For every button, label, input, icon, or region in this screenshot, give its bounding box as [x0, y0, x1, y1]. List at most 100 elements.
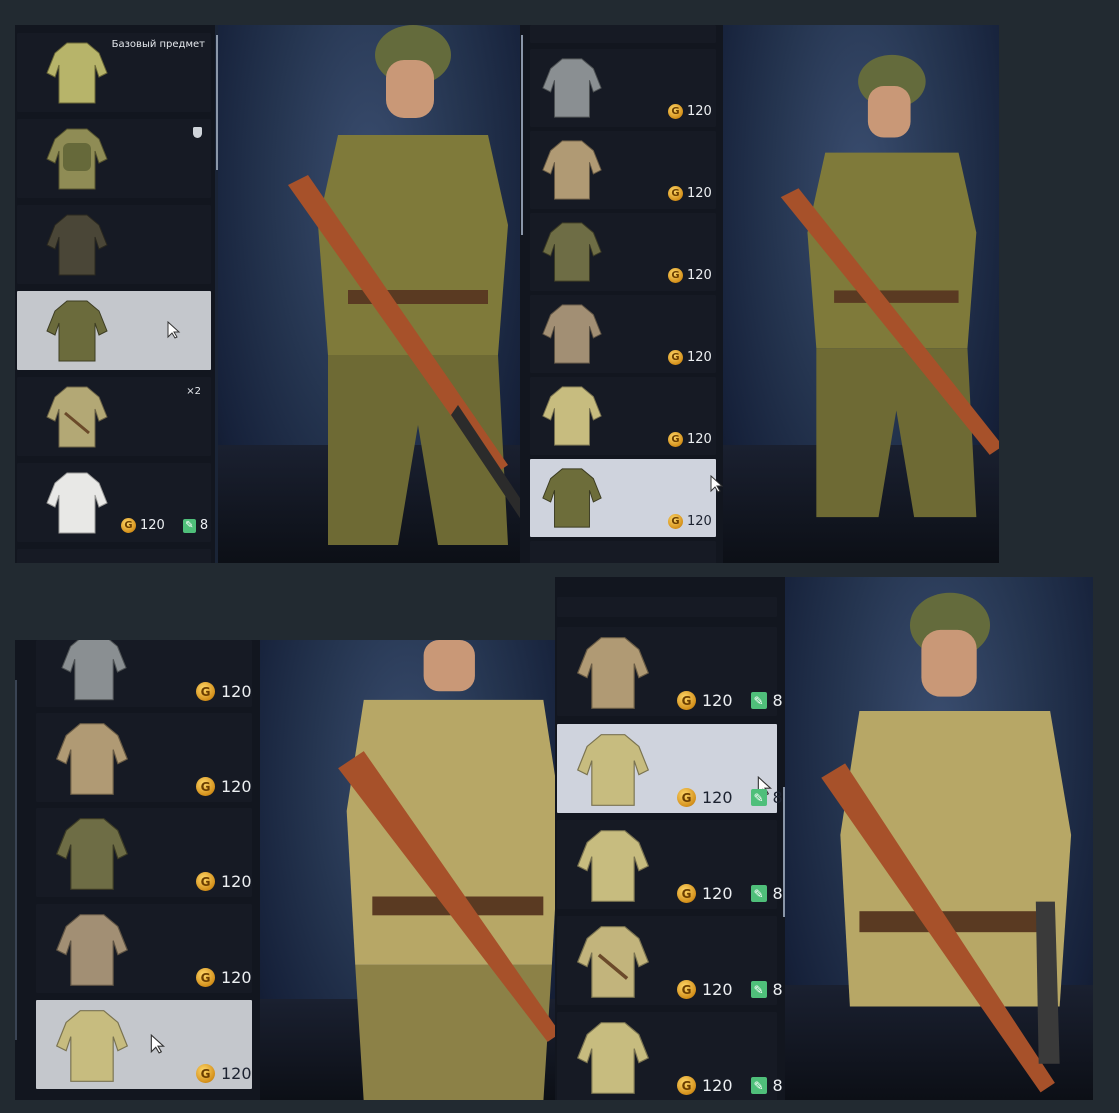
ticket-icon: ✎ — [750, 1077, 767, 1094]
price-row: G 120 — [196, 1064, 252, 1083]
price-row: G 120 — [668, 186, 712, 201]
price-row: G 120 ✎ 8 — [677, 980, 783, 999]
soldier-figure — [288, 25, 520, 545]
price-gold: 120 — [702, 884, 733, 903]
mouse-cursor-icon — [710, 475, 723, 493]
list-item[interactable] — [530, 25, 716, 43]
price-gold: 120 — [221, 872, 252, 891]
character-preview — [260, 640, 555, 1100]
gold-coin-icon: G — [196, 777, 215, 796]
list-item[interactable] — [530, 541, 716, 563]
gold-coin-icon: G — [677, 980, 696, 999]
price-row: G 120 ✎ 8 — [677, 788, 783, 807]
price-gold: 120 — [221, 1064, 252, 1083]
ticket-icon: ✎ — [750, 789, 767, 806]
list-item[interactable]: ×2 — [17, 377, 211, 456]
jacket-thumbnail — [55, 723, 129, 795]
jacket-thumbnail — [576, 734, 650, 806]
ticket-icon: ✎ — [750, 692, 767, 709]
shield-icon — [193, 127, 202, 138]
uniform-list: G 120 G 120 G 120 G 120 G 120 G 120 — [520, 25, 723, 563]
jacket-thumbnail — [542, 386, 602, 446]
preview-panel-3: G 120 G 120 G 120 G 120 G 120 — [15, 640, 555, 1100]
list-item[interactable]: G 120 — [530, 295, 716, 373]
price-gold: 120 — [687, 104, 712, 119]
list-item[interactable]: G 120 — [530, 213, 716, 291]
jacket-thumbnail — [576, 830, 650, 902]
list-item[interactable]: G 120 — [36, 904, 252, 993]
list-item[interactable]: G 120 ✎ 8 — [557, 820, 783, 909]
ticket-icon: ✎ — [750, 885, 767, 902]
jacket-thumbnail — [46, 128, 108, 190]
uniform-list: G 120 G 120 G 120 G 120 G 120 — [15, 640, 260, 1100]
price-tickets: 8 — [772, 1076, 783, 1095]
list-item[interactable]: G 120 ✎ 8 — [557, 627, 783, 716]
gold-coin-icon: G — [668, 186, 683, 201]
price-gold: 120 — [221, 968, 252, 987]
list-item-selected[interactable] — [17, 291, 211, 370]
price-gold: 120 — [221, 682, 252, 701]
soldier-figure — [821, 592, 1072, 1093]
price-row: G 120 — [196, 968, 252, 987]
list-item[interactable]: G 120 — [530, 131, 716, 209]
price-row: G 120 — [668, 432, 712, 447]
gold-coin-icon: G — [668, 514, 683, 529]
scrollbar[interactable] — [15, 680, 17, 1040]
jacket-thumbnail — [46, 214, 108, 276]
list-item[interactable]: G 120 — [36, 713, 252, 802]
list-item[interactable] — [17, 205, 211, 284]
price-row: G 120 ✎ 8 — [677, 884, 783, 903]
price-row: G 120 ✎ 8 — [677, 1076, 783, 1095]
list-item[interactable]: G 120 ✎ 8 — [557, 916, 783, 1005]
price-row: G 120 — [668, 514, 712, 529]
list-item-selected[interactable]: G 120 — [530, 459, 716, 537]
price-row: G 120 — [196, 872, 252, 891]
jacket-thumbnail — [542, 222, 602, 282]
list-item[interactable]: G 120 ✎ 8 — [17, 463, 211, 542]
list-item[interactable]: G 120 — [530, 377, 716, 455]
gold-coin-icon: G — [677, 884, 696, 903]
price-tickets: 8 — [199, 518, 209, 533]
price-gold: 120 — [687, 268, 712, 283]
price-tickets: 8 — [772, 980, 783, 999]
soldier-figure — [338, 640, 555, 1100]
list-item[interactable] — [17, 119, 211, 198]
mouse-cursor-icon — [150, 1034, 165, 1054]
price-gold: 120 — [702, 691, 733, 710]
gold-coin-icon: G — [668, 350, 683, 365]
jacket-thumbnail — [576, 637, 650, 709]
scrollbar[interactable] — [521, 35, 523, 235]
preview-panel-1: Базовый предмет ×2 G 120 ✎ 8 — [15, 25, 520, 563]
list-item-selected[interactable]: G 120 — [36, 1000, 252, 1089]
gold-coin-icon: G — [196, 682, 215, 701]
jacket-thumbnail — [61, 640, 127, 701]
mouse-cursor-icon — [167, 321, 181, 339]
gold-coin-icon: G — [196, 872, 215, 891]
jacket-thumbnail — [46, 472, 108, 534]
list-item[interactable] — [557, 597, 777, 617]
preview-panel-2: G 120 G 120 G 120 G 120 G 120 G 120 — [520, 25, 999, 563]
jacket-thumbnail — [542, 58, 602, 118]
list-item[interactable] — [17, 549, 211, 563]
item-label: Базовый предмет — [111, 39, 205, 50]
list-item[interactable]: G 120 — [36, 808, 252, 897]
price-gold: 120 — [687, 350, 712, 365]
uniform-list: Базовый предмет ×2 G 120 ✎ 8 — [15, 25, 215, 563]
list-item[interactable]: G 120 ✎ 8 — [557, 1012, 783, 1100]
list-item[interactable]: G 120 — [36, 640, 252, 707]
list-item-selected[interactable]: G 120 ✎ 8 — [557, 724, 783, 813]
uniform-list: G 120 ✎ 8 G 120 ✎ 8 G 120 ✎ 8 G 120 ✎ 8 G 120 ✎ 8 — [555, 577, 785, 1100]
gold-coin-icon: G — [677, 1076, 696, 1095]
price-gold: 120 — [702, 980, 733, 999]
soldier-figure — [780, 54, 999, 518]
price-tickets: 8 — [772, 691, 783, 710]
list-item[interactable]: Базовый предмет — [17, 33, 211, 112]
price-tickets: 8 — [772, 884, 783, 903]
jacket-thumbnail — [576, 926, 650, 998]
gold-coin-icon: G — [668, 104, 683, 119]
list-item[interactable]: G 120 — [530, 49, 716, 127]
price-gold: 120 — [140, 518, 165, 533]
price-row: G 120 — [196, 682, 252, 701]
price-gold: 120 — [687, 514, 712, 529]
price-row: G 120 — [668, 268, 712, 283]
